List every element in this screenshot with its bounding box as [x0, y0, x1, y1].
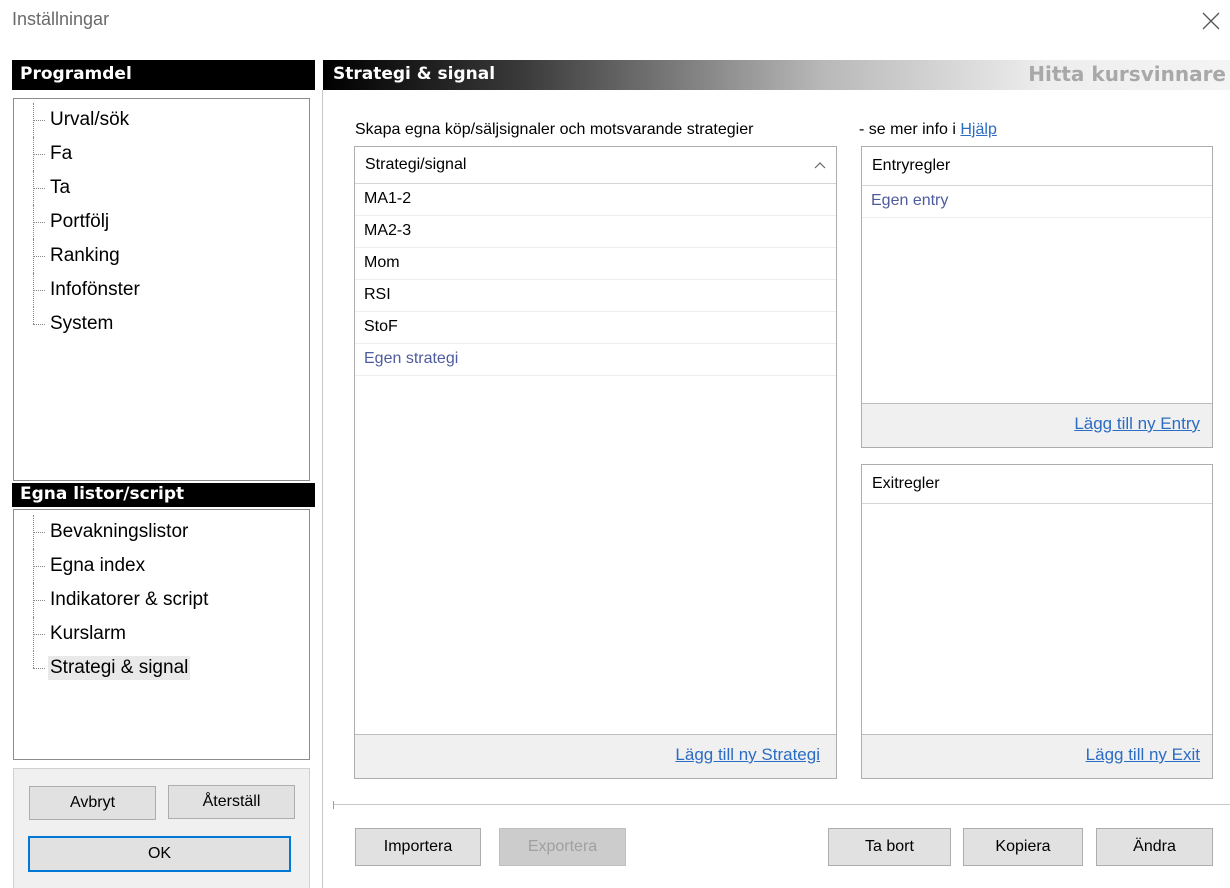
strategy-footer: Lägg till ny Strategi	[355, 734, 836, 778]
exit-footer: Lägg till ny Exit	[862, 734, 1212, 778]
export-button[interactable]: Exportera	[499, 828, 626, 866]
intro-text: Skapa egna köp/säljsignaler och motsvara…	[355, 121, 754, 138]
tree-item-system[interactable]: System	[14, 307, 309, 341]
list-item-custom[interactable]: Egen strategi	[355, 344, 836, 376]
delete-button[interactable]: Ta bort	[828, 828, 951, 866]
brand-text: Hitta kursvinnare	[1028, 62, 1226, 86]
add-entry-link[interactable]: Lägg till ny Entry	[1074, 414, 1200, 434]
page-title: Strategi & signal	[333, 64, 496, 84]
copy-button[interactable]: Kopiera	[963, 828, 1083, 866]
import-button[interactable]: Importera	[355, 828, 481, 866]
info-prefix: - se mer info i	[859, 121, 956, 138]
help-link[interactable]: Hjälp	[960, 121, 996, 138]
add-exit-link[interactable]: Lägg till ny Exit	[1086, 745, 1200, 765]
list-item[interactable]: MA2-3	[355, 216, 836, 248]
programdel-tree: Urval/sök Fa Ta Portfölj Ranking Infofön…	[13, 98, 310, 481]
egna-listor-tree: Bevakningslistor Egna index Indikatorer …	[13, 509, 310, 760]
tree-item-infofonster[interactable]: Infofönster	[14, 273, 309, 307]
reset-button[interactable]: Återställ	[168, 785, 295, 819]
tree-item-indikatorer[interactable]: Indikatorer & script	[14, 583, 309, 617]
info-line: - se mer info i Hjälp	[859, 121, 997, 139]
window-title: Inställningar	[12, 9, 110, 29]
add-strategy-link[interactable]: Lägg till ny Strategi	[675, 745, 820, 765]
entry-footer: Lägg till ny Entry	[862, 403, 1212, 447]
separator	[333, 804, 1230, 806]
tree-item-ranking[interactable]: Ranking	[14, 239, 309, 273]
ok-button[interactable]: OK	[28, 836, 291, 872]
entry-column-header[interactable]: Entryregler	[862, 147, 1212, 186]
list-item[interactable]: StoF	[355, 312, 836, 344]
list-item[interactable]: Mom	[355, 248, 836, 280]
sort-up-icon	[814, 157, 826, 175]
edit-button[interactable]: Ändra	[1096, 828, 1213, 866]
egna-listor-header: Egna listor/script	[12, 483, 315, 507]
strategy-column-header[interactable]: Strategi/signal	[355, 147, 836, 184]
list-item-custom[interactable]: Egen entry	[862, 186, 1212, 218]
strategy-list: Strategi/signal MA1-2 MA2-3 Mom RSI StoF…	[354, 146, 837, 779]
tree-item-egna-index[interactable]: Egna index	[14, 549, 309, 583]
tree-item-portfolj[interactable]: Portfölj	[14, 205, 309, 239]
entry-rules-list: Entryregler Egen entry Lägg till ny Entr…	[861, 146, 1213, 448]
tree-item-bevakningslistor[interactable]: Bevakningslistor	[14, 515, 309, 549]
programdel-header: Programdel	[12, 60, 315, 90]
tree-item-ta[interactable]: Ta	[14, 171, 309, 205]
close-icon[interactable]	[1200, 10, 1222, 32]
main-header: Strategi & signal Hitta kursvinnare	[323, 60, 1230, 90]
separator-tick	[333, 801, 334, 809]
tree-item-urval[interactable]: Urval/sök	[14, 103, 309, 137]
tree-item-strategi-signal[interactable]: Strategi & signal	[14, 651, 309, 685]
list-item[interactable]: RSI	[355, 280, 836, 312]
list-item[interactable]: MA1-2	[355, 184, 836, 216]
exit-column-header[interactable]: Exitregler	[862, 465, 1212, 504]
tree-item-fa[interactable]: Fa	[14, 137, 309, 171]
cancel-button[interactable]: Avbryt	[29, 786, 156, 820]
tree-item-kurslarm[interactable]: Kurslarm	[14, 617, 309, 651]
exit-rules-list: Exitregler Lägg till ny Exit	[861, 464, 1213, 779]
